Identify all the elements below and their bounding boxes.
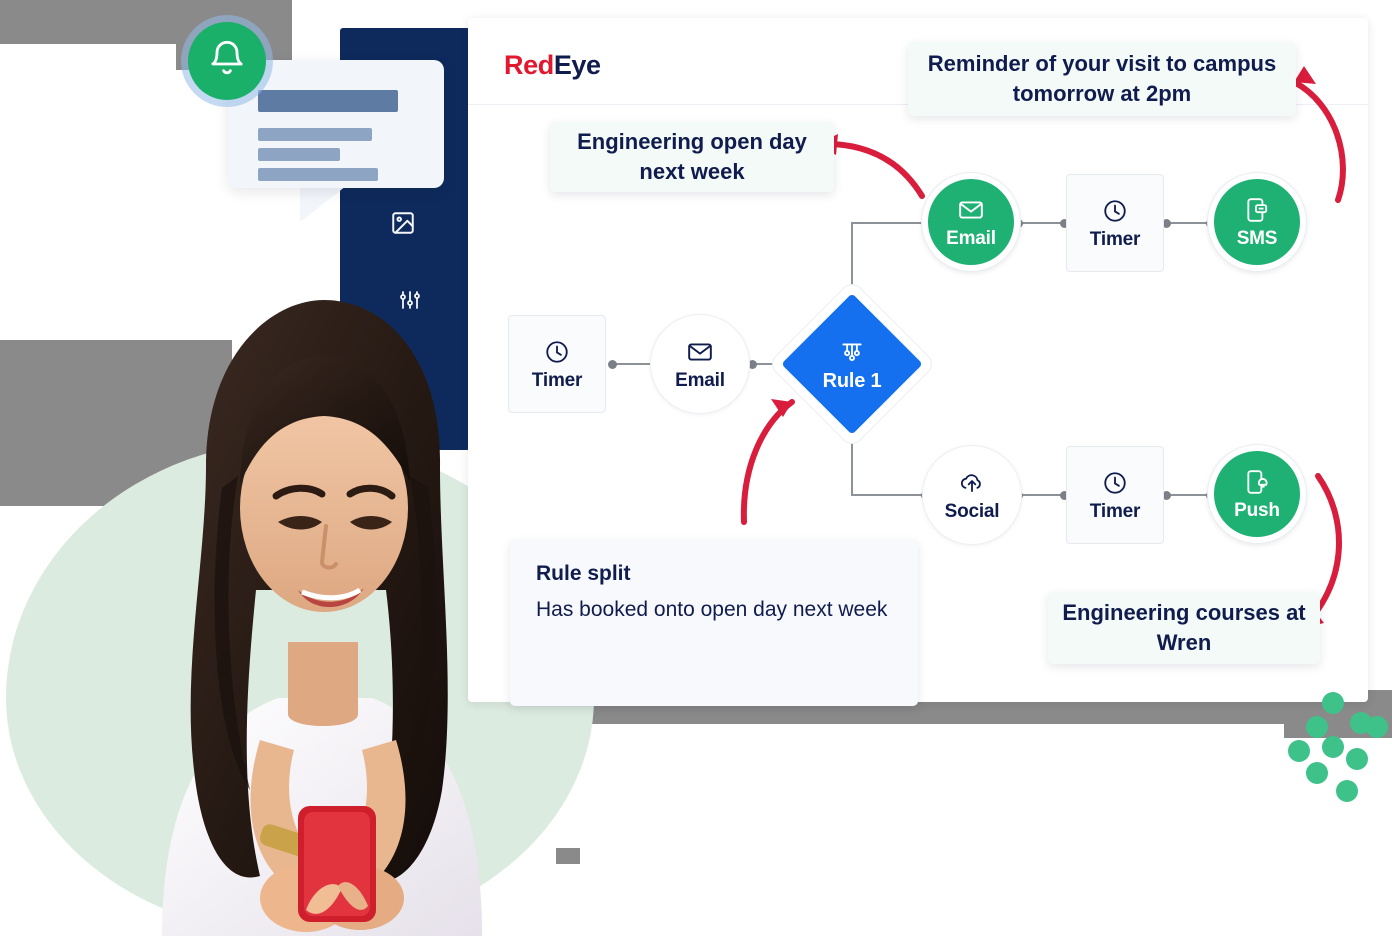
flow-node-push-1[interactable]: Push (1208, 445, 1306, 543)
sms-phone-icon (1245, 196, 1269, 224)
callout-reminder: Reminder of your visit to campus tomorro… (908, 42, 1296, 116)
decorative-dot (1336, 780, 1358, 802)
connector-down-to-social (851, 494, 927, 496)
logo-text-red: Red (504, 50, 554, 80)
flow-node-label: Timer (1089, 501, 1141, 522)
flow-node-social-1[interactable]: Social (922, 445, 1022, 545)
connector-dot (608, 360, 617, 369)
image-icon[interactable] (390, 210, 416, 241)
flow-node-label: Push (1234, 500, 1280, 521)
notification-bubble-tail (300, 186, 346, 222)
decorative-dot (1322, 736, 1344, 758)
decorative-dot (1306, 762, 1328, 784)
decorative-dot (1306, 716, 1328, 738)
bell-icon (207, 39, 247, 84)
notification-bell-badge[interactable] (188, 22, 266, 100)
flow-node-label: Rule 1 (822, 369, 882, 392)
transparency-plate-sliver-b (556, 848, 580, 864)
clock-icon (1102, 469, 1128, 497)
decorative-dot (1322, 692, 1344, 714)
redeye-logo: RedEye (504, 52, 601, 79)
placeholder-bar (258, 168, 378, 181)
flow-node-email-2[interactable]: Email (922, 173, 1020, 271)
flow-node-label: Email (675, 370, 725, 391)
logo-text-eye: Eye (553, 50, 601, 80)
push-bell-icon (1245, 468, 1269, 496)
callout-courses-text: Engineering courses at Wren (1062, 599, 1306, 655)
clock-icon (544, 338, 570, 366)
flow-node-label: Timer (531, 370, 583, 391)
flow-node-email-1[interactable]: Email (650, 314, 750, 414)
flow-node-label: Timer (1089, 229, 1141, 250)
flow-node-rule-1[interactable]: Rule 1 (781, 293, 923, 435)
callout-courses: Engineering courses at Wren (1048, 592, 1320, 664)
cloud-upload-icon (958, 469, 986, 497)
rule-split-icon (839, 338, 865, 366)
flow-node-timer-3[interactable]: Timer (1066, 446, 1164, 544)
callout-open-day-text: Engineering open day next week (577, 128, 807, 184)
callout-reminder-text: Reminder of your visit to campus tomorro… (927, 50, 1277, 106)
decorative-dot (1366, 716, 1388, 738)
envelope-icon (958, 196, 984, 224)
callout-rule-split-title: Rule split (536, 562, 631, 585)
placeholder-bar (258, 148, 340, 161)
flow-node-sms-1[interactable]: SMS (1208, 173, 1306, 271)
flow-node-timer-2[interactable]: Timer (1066, 174, 1164, 272)
placeholder-bar (258, 128, 372, 141)
callout-rule-split-body: Has booked onto open day next week (536, 598, 888, 621)
callout-open-day: Engineering open day next week (550, 122, 834, 192)
connector-up-to-email2 (851, 222, 927, 224)
clock-icon (1102, 197, 1128, 225)
flow-node-label: SMS (1236, 228, 1278, 249)
decorative-dot (1346, 748, 1368, 770)
flow-node-label: Email (946, 228, 996, 249)
envelope-icon (687, 338, 713, 366)
decorative-dot (1288, 740, 1310, 762)
placeholder-bar (258, 90, 398, 112)
flow-node-label: Social (944, 501, 1000, 522)
person-photo (110, 270, 530, 936)
callout-rule-split: Rule split Has booked onto open day next… (510, 540, 918, 706)
